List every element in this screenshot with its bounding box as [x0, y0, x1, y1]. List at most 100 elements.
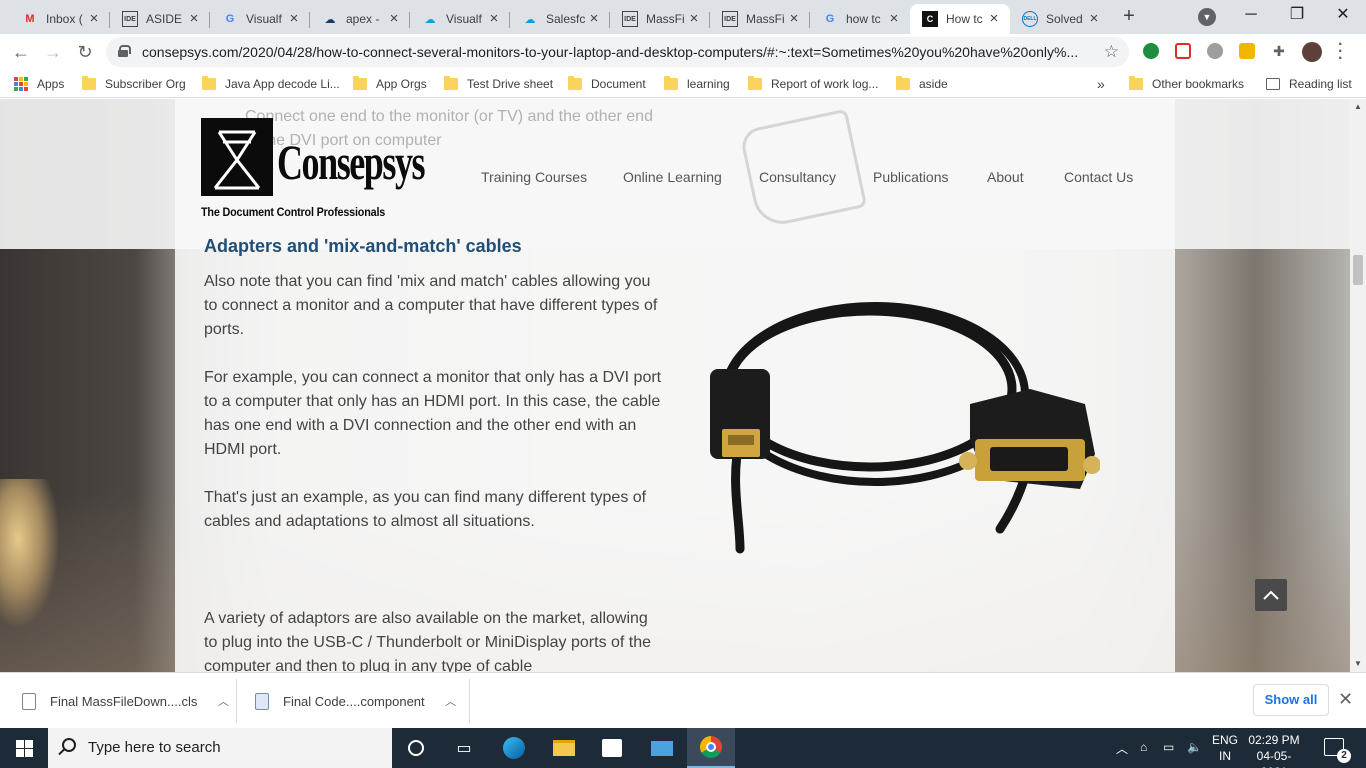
- extension-gray-icon[interactable]: [1207, 43, 1223, 59]
- tab-consepsys-active[interactable]: C How tc ×: [910, 4, 1010, 34]
- bookmark-other[interactable]: Other bookmarks: [1129, 75, 1244, 93]
- consepsys-logo[interactable]: Consepsys The Document Control Professio…: [201, 118, 426, 220]
- folder-icon: [896, 76, 910, 90]
- tab-close-icon[interactable]: ×: [186, 11, 202, 27]
- nav-training-courses[interactable]: Training Courses: [481, 169, 587, 185]
- extension-green-icon[interactable]: [1143, 43, 1159, 59]
- nav-about[interactable]: About: [987, 169, 1024, 185]
- bookmark-star-icon[interactable]: ☆: [1104, 42, 1119, 62]
- minimize-icon[interactable]: ─: [1228, 0, 1274, 32]
- windows-start-icon[interactable]: [0, 728, 48, 768]
- download-item-cls[interactable]: Final MassFileDown....cls ︿: [22, 679, 231, 723]
- tab-close-icon[interactable]: ×: [586, 11, 602, 27]
- tab-close-icon[interactable]: ×: [886, 11, 902, 27]
- bookmark-learning[interactable]: learning: [664, 75, 730, 93]
- tab-dell-solved[interactable]: DELL Solved ×: [1010, 4, 1110, 34]
- tab-close-icon[interactable]: ×: [286, 11, 302, 27]
- close-window-icon[interactable]: ✕: [1320, 0, 1366, 32]
- chevron-up-icon[interactable]: ︿: [443, 693, 459, 709]
- bookmark-subscriber-org[interactable]: Subscriber Org: [82, 75, 186, 93]
- edge-icon[interactable]: [490, 728, 538, 768]
- nav-contact-us[interactable]: Contact Us: [1064, 169, 1133, 185]
- menu-kebab-icon[interactable]: · · ·: [1338, 37, 1343, 67]
- tab-salesforce-visualforce[interactable]: ☁ Visualf ×: [410, 4, 510, 34]
- tab-close-icon[interactable]: ×: [386, 11, 402, 27]
- tab-gmail[interactable]: M Inbox ( ×: [10, 4, 110, 34]
- tab-aside[interactable]: IDE ASIDE ×: [110, 4, 210, 34]
- address-bar[interactable]: consepsys.com/2020/04/28/how-to-connect-…: [106, 37, 1129, 67]
- bookmark-aside[interactable]: aside: [896, 75, 948, 93]
- tab-close-icon[interactable]: ×: [486, 11, 502, 27]
- scroll-to-top-button[interactable]: [1255, 579, 1287, 611]
- nav-consultancy[interactable]: Consultancy: [759, 169, 836, 185]
- volume-icon[interactable]: 🔈: [1187, 740, 1202, 754]
- scroll-up-arrow-icon[interactable]: ▲: [1350, 99, 1366, 115]
- task-view-icon[interactable]: ▭: [440, 728, 488, 768]
- paragraph-example: For example, you can connect a monitor t…: [204, 369, 662, 458]
- microsoft-store-icon[interactable]: [588, 728, 636, 768]
- bookmark-document[interactable]: Document: [568, 75, 646, 93]
- input-language[interactable]: ENG IN: [1210, 732, 1240, 764]
- nav-publications[interactable]: Publications: [873, 169, 949, 185]
- tab-massfile-2[interactable]: IDE MassFi ×: [710, 4, 810, 34]
- windows-taskbar: Type here to search ▭ ︿ ⌂ ▭ 🔈 ENG IN 02:…: [0, 728, 1366, 768]
- scroll-down-arrow-icon[interactable]: ▼: [1350, 656, 1366, 672]
- taskbar-search-box[interactable]: Type here to search: [48, 728, 392, 768]
- close-downloads-icon[interactable]: ✕: [1338, 689, 1353, 709]
- section-heading: Adapters and 'mix-and-match' cables: [204, 236, 522, 256]
- file-explorer-icon[interactable]: [540, 728, 588, 768]
- gmail-icon: M: [25, 13, 35, 25]
- paragraph-many-types: That's just an example, as you can find …: [204, 489, 647, 530]
- tab-apex[interactable]: ☁ apex - ×: [310, 4, 410, 34]
- extension-red-icon[interactable]: [1175, 43, 1191, 59]
- bookmark-apps[interactable]: Apps: [14, 75, 64, 93]
- page-scrollbar[interactable]: ▲ ▼: [1350, 99, 1366, 672]
- scrollbar-thumb[interactable]: [1353, 255, 1363, 285]
- show-all-downloads-button[interactable]: Show all: [1253, 684, 1329, 716]
- tab-google-howto[interactable]: G how tc ×: [810, 4, 910, 34]
- puzzle-icon[interactable]: ✚: [1271, 43, 1287, 59]
- chevron-up-icon[interactable]: ︿: [215, 693, 231, 709]
- bookmark-java-app[interactable]: Java App decode Li...: [202, 75, 340, 93]
- tab-close-icon[interactable]: ×: [786, 11, 802, 27]
- tab-salesforce[interactable]: ☁ Salesfc ×: [510, 4, 610, 34]
- tab-search-icon[interactable]: ▼: [1198, 8, 1216, 26]
- search-icon: [62, 738, 76, 752]
- forward-arrow-icon[interactable]: →: [40, 39, 66, 65]
- bookmarks-overflow-button[interactable]: »: [1097, 75, 1105, 93]
- reload-icon[interactable]: ↻: [72, 39, 98, 65]
- tab-massfile-1[interactable]: IDE MassFi ×: [610, 4, 710, 34]
- reading-list-icon: [1266, 78, 1280, 90]
- logo-wordmark: Consepsys: [277, 134, 426, 190]
- tab-close-icon[interactable]: ×: [86, 11, 102, 27]
- extension-lock-icon[interactable]: [1239, 43, 1255, 59]
- profile-avatar[interactable]: [1302, 42, 1322, 62]
- hidden-icons-chevron-icon[interactable]: ︿: [1116, 740, 1128, 757]
- system-clock[interactable]: 02:29 PM 04-05-2021: [1244, 732, 1304, 768]
- restore-icon[interactable]: ❐: [1274, 0, 1320, 32]
- chrome-icon[interactable]: [687, 728, 735, 768]
- tab-close-icon[interactable]: ×: [986, 11, 1002, 27]
- browser-toolbar: ← → ↻ consepsys.com/2020/04/28/how-to-co…: [0, 34, 1366, 70]
- url-text[interactable]: consepsys.com/2020/04/28/how-to-connect-…: [142, 44, 1102, 60]
- nav-online-learning[interactable]: Online Learning: [623, 169, 722, 185]
- mail-icon[interactable]: [638, 728, 686, 768]
- tab-close-icon[interactable]: ×: [1086, 11, 1102, 27]
- bookmark-report[interactable]: Report of work log...: [748, 75, 878, 93]
- bookmark-test-drive[interactable]: Test Drive sheet: [444, 75, 553, 93]
- new-tab-button[interactable]: +: [1118, 6, 1140, 28]
- notification-center-icon[interactable]: 2: [1324, 738, 1351, 763]
- folder-icon: [568, 76, 582, 90]
- back-arrow-icon[interactable]: ←: [8, 39, 34, 65]
- tab-close-icon[interactable]: ×: [686, 11, 702, 27]
- cortana-icon[interactable]: [392, 728, 440, 768]
- download-item-component[interactable]: Final Code....component ︿: [255, 679, 459, 723]
- reading-list[interactable]: Reading list: [1266, 75, 1352, 93]
- network-icon[interactable]: ⌂: [1140, 740, 1147, 754]
- aside-icon: IDE: [722, 11, 738, 27]
- bookmark-app-orgs[interactable]: App Orgs: [353, 75, 427, 93]
- battery-icon[interactable]: ▭: [1163, 740, 1174, 754]
- tab-google-visualforce[interactable]: G Visualf ×: [210, 4, 310, 34]
- lock-icon[interactable]: [118, 45, 131, 57]
- folder-icon: [82, 76, 96, 90]
